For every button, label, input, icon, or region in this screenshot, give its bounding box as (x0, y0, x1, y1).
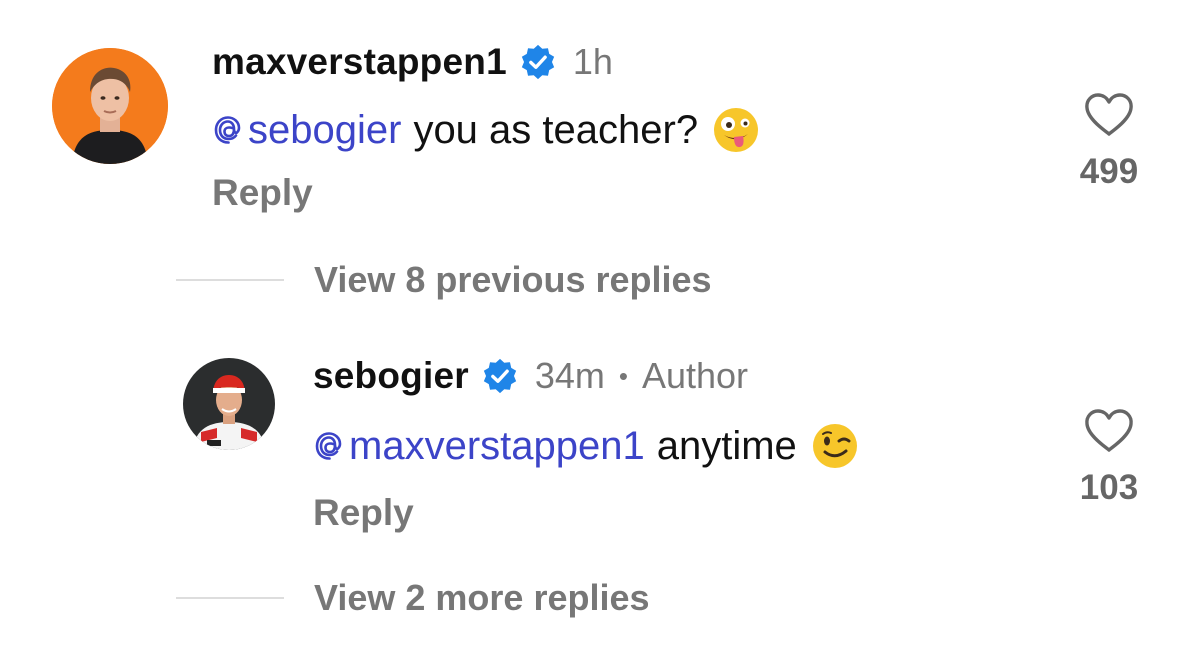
comment-text: anytime (656, 423, 797, 468)
verified-badge-icon (481, 357, 519, 395)
comment-header: sebogier 34m • Author (313, 354, 748, 398)
avatar-image (52, 48, 168, 164)
verified-badge-icon (519, 43, 557, 81)
avatar-maxverstappen1[interactable] (52, 48, 168, 164)
threads-icon (313, 430, 345, 462)
author-label: Author (641, 355, 749, 396)
separator-dot: • (618, 360, 628, 391)
timestamp: 1h (572, 41, 613, 82)
comment-text: you as teacher? (413, 107, 699, 152)
view-more-replies: View 2 more replies (176, 577, 650, 619)
avatar-image (183, 358, 275, 450)
like-control: 499 (1064, 92, 1154, 192)
comment-body: sebogier you as teacher? (212, 104, 760, 156)
mention-username: maxverstappen1 (349, 423, 645, 468)
reply-button[interactable]: Reply (313, 492, 414, 534)
threads-icon (212, 114, 244, 146)
heart-icon[interactable] (1083, 92, 1135, 138)
like-control: 103 (1064, 408, 1154, 508)
comment-maxverstappen1: maxverstappen1 1h sebogier you as teache… (0, 0, 1200, 240)
winking-face-emoji-icon (811, 422, 859, 470)
avatar-sebogier[interactable] (183, 358, 275, 450)
comment-sebogier: sebogier 34m • Author maxverstappen1 any… (0, 340, 1200, 540)
view-previous-replies-button[interactable]: View 8 previous replies (314, 259, 712, 301)
view-more-replies-button[interactable]: View 2 more replies (314, 577, 650, 619)
comment-header: maxverstappen1 1h (212, 40, 613, 84)
comment-body: maxverstappen1 anytime (313, 420, 859, 472)
username[interactable]: maxverstappen1 (212, 41, 507, 83)
view-previous-replies: View 8 previous replies (176, 259, 712, 301)
reply-button[interactable]: Reply (212, 172, 313, 214)
zany-face-emoji-icon (712, 106, 760, 154)
like-count: 499 (1079, 152, 1139, 191)
thread-divider-line (176, 279, 284, 281)
heart-icon[interactable] (1083, 408, 1135, 454)
mention-link[interactable]: sebogier (212, 108, 401, 153)
mention-username: sebogier (248, 107, 402, 152)
like-count: 103 (1079, 468, 1139, 507)
mention-link[interactable]: maxverstappen1 (313, 424, 645, 469)
thread-divider-line (176, 597, 284, 599)
timestamp: 34m (534, 355, 605, 396)
username[interactable]: sebogier (313, 355, 469, 397)
